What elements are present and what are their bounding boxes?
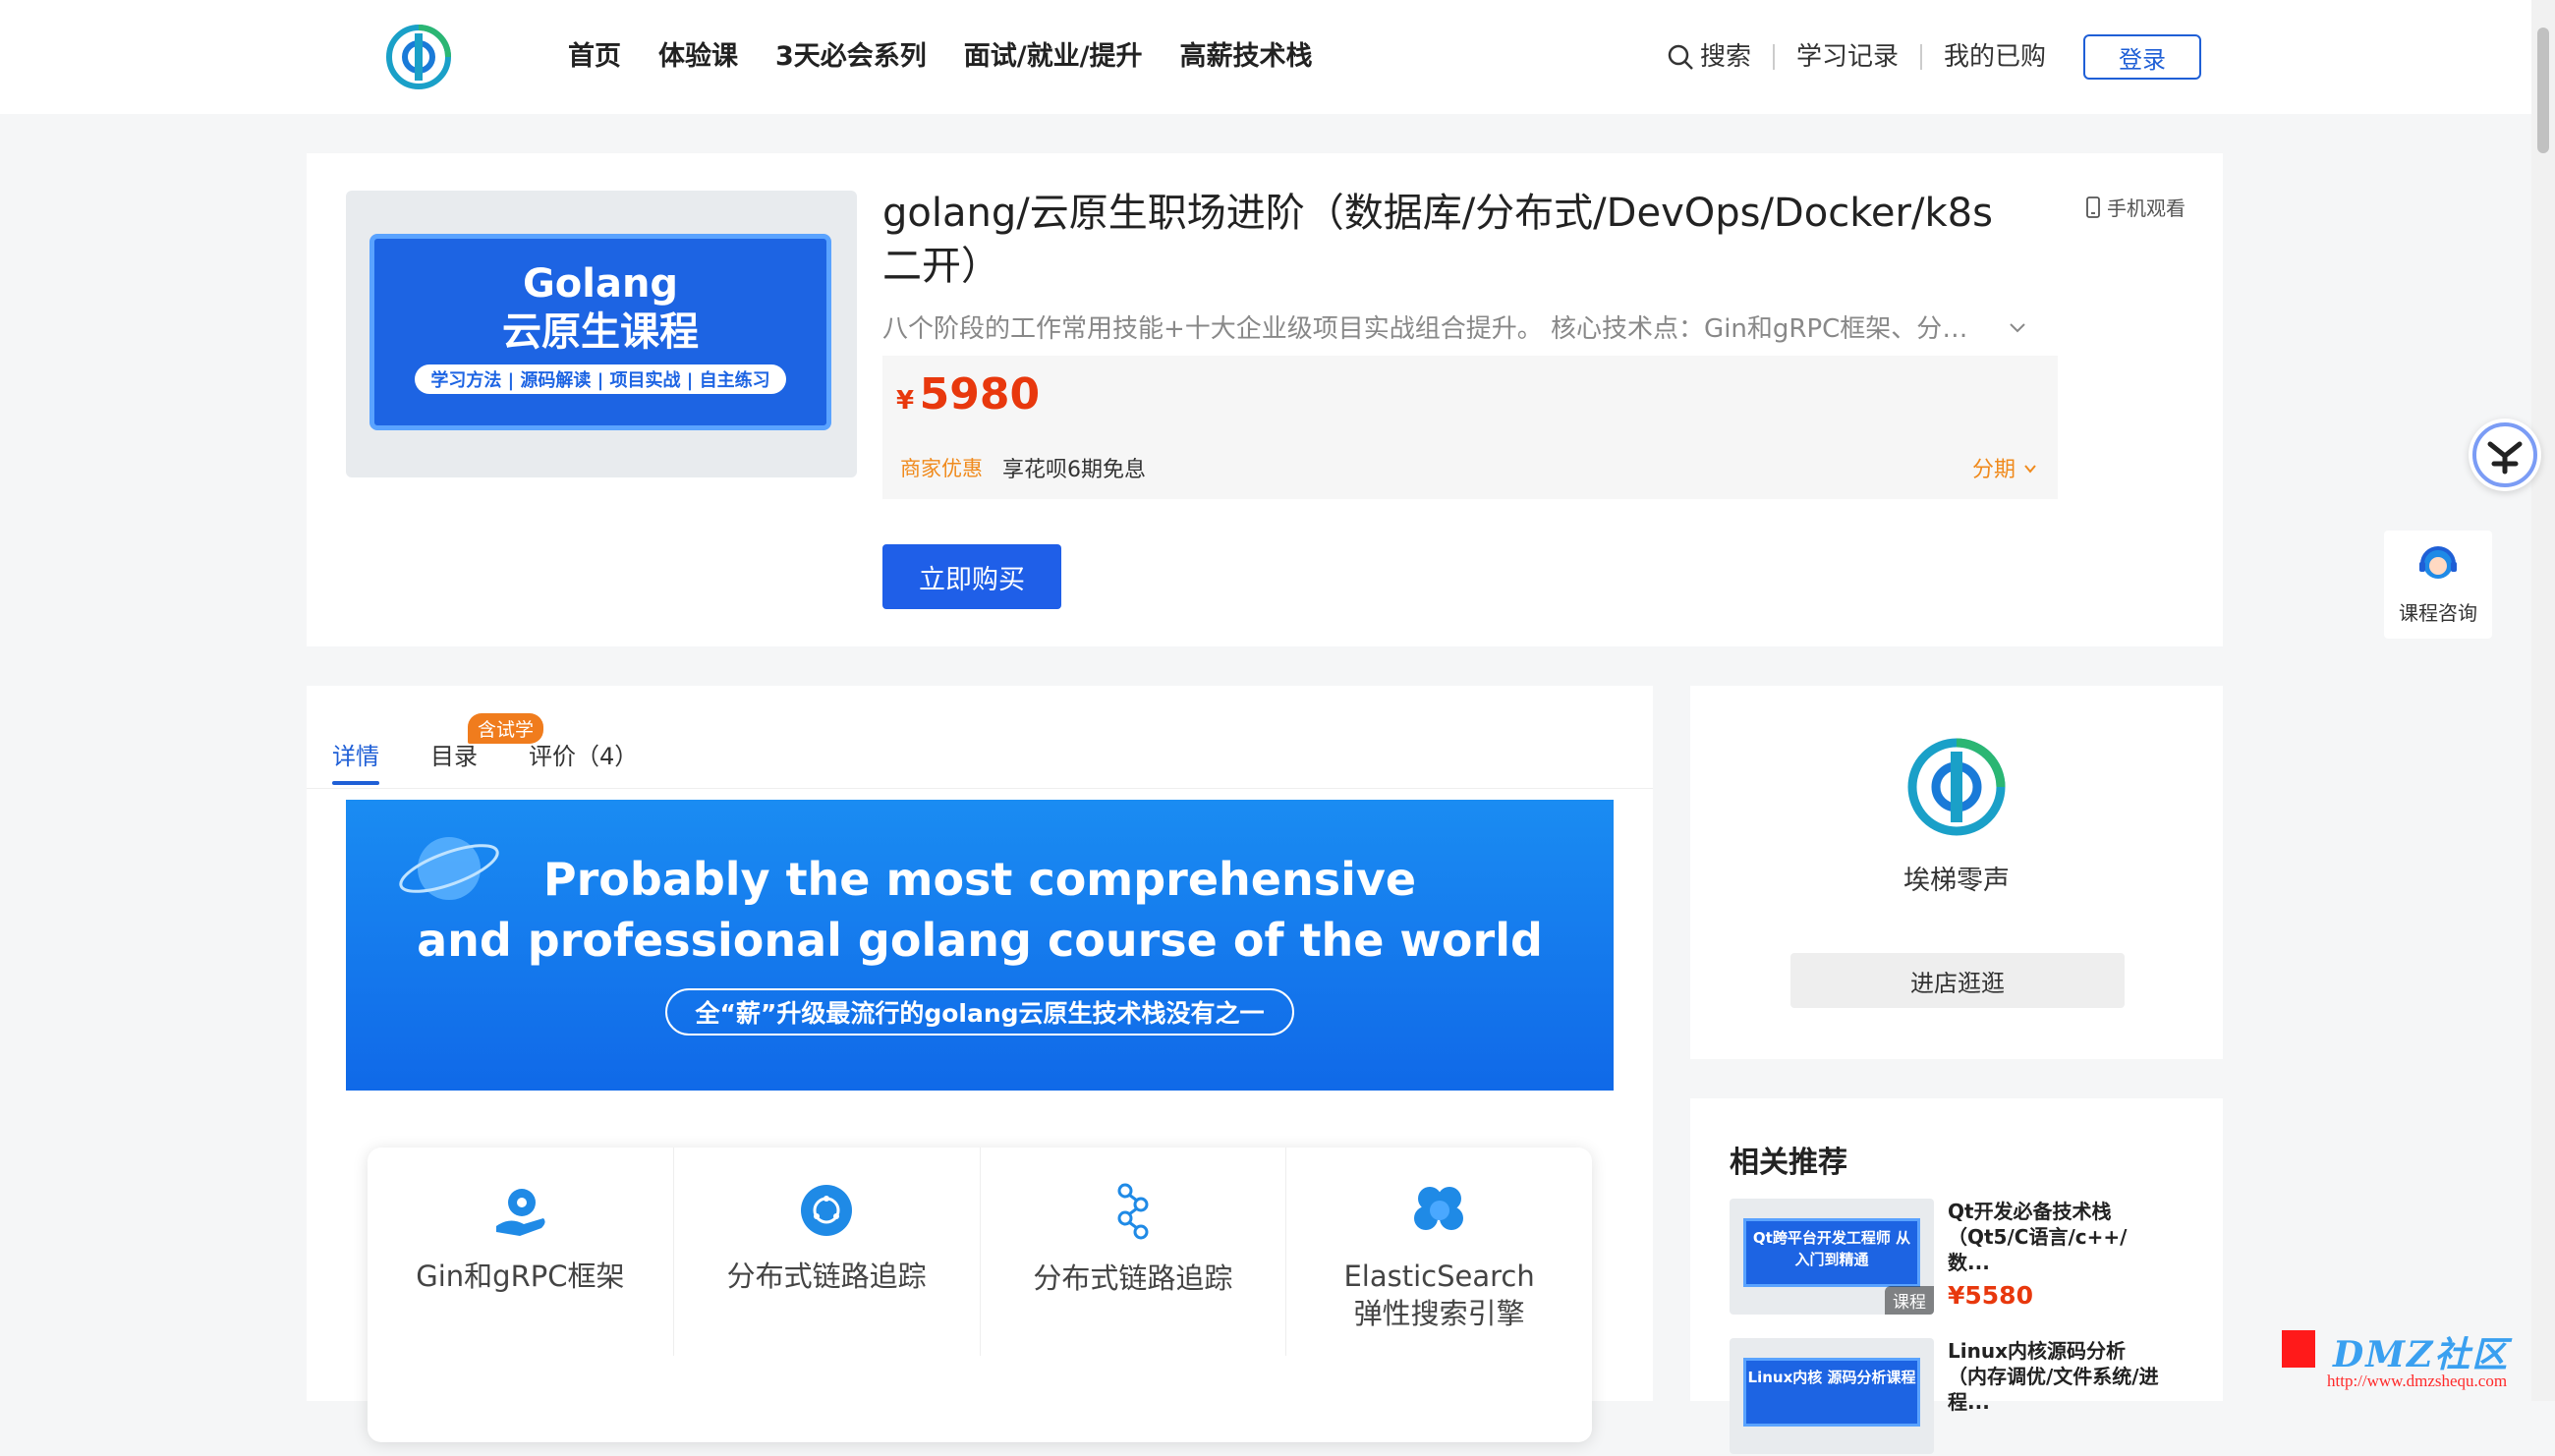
nav-home[interactable]: 首页 [568,37,621,77]
trial-badge: 含试学 [468,713,544,744]
recommendation-item[interactable]: Linux内核 源码分析课程 Linux内核源码分析（内存调优/文件系统/进程.… [1730,1338,2221,1456]
course-badge: 课程 [1885,1286,1934,1315]
price-currency: ¥ [896,386,915,416]
feature-grid: Gin和gRPC框架 分布式链路追踪 分布式链路追踪 ElasticSearch… [368,1148,1592,1442]
thumb-text: Qt跨平台开发工程师 从入门到精通 [1743,1218,1920,1287]
recommendation-thumb: Linux内核 源码分析课程 [1730,1338,1934,1454]
price-box: ¥ 5980 商家优惠 享花呗6期免息 分期 [882,356,2058,499]
watermark-square [2282,1330,2315,1368]
page-scrollbar[interactable] [2531,0,2555,1401]
cover-tags: 学习方法 | 源码解读 | 项目实战 | 自主练习 [415,364,786,394]
search-link[interactable]: 搜索 [1667,33,1751,81]
divider [1919,44,1922,70]
planet-icon [399,837,499,900]
divider [1772,44,1775,70]
top-right-actions: 搜索 学习记录 我的已购 登录 [1667,33,2201,81]
chevron-down-icon [2024,465,2036,474]
nav-high-salary[interactable]: 高薪技术栈 [1180,37,1313,77]
phone-icon [2086,196,2100,218]
shop-logo[interactable] [1906,737,2007,837]
cover-title-line2: 云原生课程 [502,309,699,355]
course-cover: Golang 云原生课程 学习方法 | 源码解读 | 项目实战 | 自主练习 [346,191,857,477]
tab-detail[interactable]: 详情 [332,737,379,785]
promo-text: 享花呗6期免息 [1002,458,1146,482]
feature-item: ElasticSearch 弹性搜索引擎 [1286,1148,1592,1356]
nav-3day-series[interactable]: 3天必会系列 [775,37,927,77]
nav-interview[interactable]: 面试/就业/提升 [964,37,1143,77]
node-graph-icon [1117,1183,1149,1240]
promo-row: 商家优惠 享花呗6期免息 [900,452,1146,483]
banner-line2: and professional golang course of the wo… [417,914,1543,967]
banner-subtitle: 全“薪”升级最流行的golang云原生技术栈没有之一 [665,988,1294,1036]
scrollbar-thumb[interactable] [2537,28,2549,153]
gear-hand-icon [496,1189,545,1236]
chevron-down-icon[interactable] [2007,316,2028,338]
price-value: 5980 [919,369,1041,420]
consult-label: 课程咨询 [2399,601,2477,625]
shop-name: 埃梯零声 [1903,866,2010,896]
network-globe-icon [801,1185,853,1236]
description-text: 八个阶段的工作常用技能+十大企业级项目实战组合提升。 核心技术点：Gin和gRP… [882,314,1993,344]
enter-shop-button[interactable]: 进店逛逛 [1790,953,2125,1008]
recommendations-card: 相关推荐 Qt跨平台开发工程师 从入门到精通 课程 Qt开发必备技术栈（Qt5/… [1690,1098,2223,1454]
cover-banner: Golang 云原生课程 学习方法 | 源码解读 | 项目实战 | 自主练习 [369,234,831,430]
cover-title-line1: Golang [522,261,679,307]
tab-reviews[interactable]: 评价（4） [529,737,638,785]
study-history-link[interactable]: 学习记录 [1796,33,1899,81]
course-detail-panel: 详情 目录 评价（4） 含试学 Probably the most compre… [307,686,1653,1442]
thumb-text: Linux内核 源码分析课程 [1743,1358,1920,1427]
course-title: golang/云原生职场进阶（数据库/分布式/DevOps/Docker/k8s… [882,191,1993,289]
recommendation-name: Qt开发必备技术栈（Qt5/C语言/c++/数... [1948,1200,2128,1274]
banner-line1: Probably the most comprehensive [542,853,1417,906]
feature-name: ElasticSearch 弹性搜索引擎 [1343,1260,1535,1330]
feature-item: 分布式链路追踪 [981,1148,1287,1356]
recommendation-item[interactable]: Qt跨平台开发工程师 从入门到精通 课程 Qt开发必备技术栈（Qt5/C语言/c… [1730,1199,2221,1316]
feature-name: Gin和gRPC框架 [416,1260,625,1293]
feature-item: Gin和gRPC框架 [368,1148,674,1356]
feature-item: 分布式链路追踪 [674,1148,981,1356]
cluster-icon [1413,1187,1463,1230]
installment-dropdown[interactable]: 分期 [1972,452,2038,483]
main-nav: 首页 体验课 3天必会系列 面试/就业/提升 高薪技术栈 [568,37,1313,77]
mobile-watch-link[interactable]: 手机观看 [2085,193,2186,221]
assistant-icon [2472,422,2537,487]
customer-service-icon [2419,546,2457,579]
site-watermark: DMZ社区 http://www.dmzshequ.com [2282,1330,2539,1395]
search-icon [1668,44,1693,70]
mobile-watch-label: 手机观看 [2107,196,2186,220]
recommendation-price: ¥5580 [1948,1281,2033,1310]
course-header-card: Golang 云原生课程 学习方法 | 源码解读 | 项目实战 | 自主练习 g… [307,153,2223,646]
feature-name: 分布式链路追踪 [726,1260,927,1293]
purchased-link[interactable]: 我的已购 [1944,33,2046,81]
feature-name: 分布式链路追踪 [1033,1261,1233,1295]
tab-catalog[interactable]: 目录 [430,737,478,785]
detail-tabs: 详情 目录 评价（4） [332,737,638,785]
recommendations-title: 相关推荐 [1730,1146,1847,1180]
buy-now-button[interactable]: 立即购买 [882,544,1061,609]
tab-divider [307,788,1653,789]
top-navigation-bar: 首页 体验课 3天必会系列 面试/就业/提升 高薪技术栈 搜索 学习记录 我的已… [0,0,2531,114]
nav-trial-course[interactable]: 体验课 [658,37,738,77]
watermark-url: http://www.dmzshequ.com [2327,1372,2508,1390]
search-label: 搜索 [1699,42,1751,72]
promo-tag: 商家优惠 [900,457,983,480]
installment-label: 分期 [1971,458,2016,482]
price: ¥ 5980 [896,369,1040,420]
course-banner: Probably the most comprehensive and prof… [346,800,1614,1091]
watermark-text: DMZ社区 [2333,1334,2510,1375]
shop-card: 埃梯零声 进店逛逛 [1690,686,2223,1059]
course-description: 八个阶段的工作常用技能+十大企业级项目实战组合提升。 核心技术点：Gin和gRP… [882,308,2032,345]
recommendation-thumb: Qt跨平台开发工程师 从入门到精通 课程 [1730,1199,1934,1315]
floating-assistant-button[interactable] [2469,419,2541,491]
course-consult-button[interactable]: 课程咨询 [2384,531,2492,639]
login-button[interactable]: 登录 [2083,34,2201,80]
brand-logo[interactable] [385,24,452,90]
recommendation-name: Linux内核源码分析（内存调优/文件系统/进程... [1948,1339,2159,1414]
